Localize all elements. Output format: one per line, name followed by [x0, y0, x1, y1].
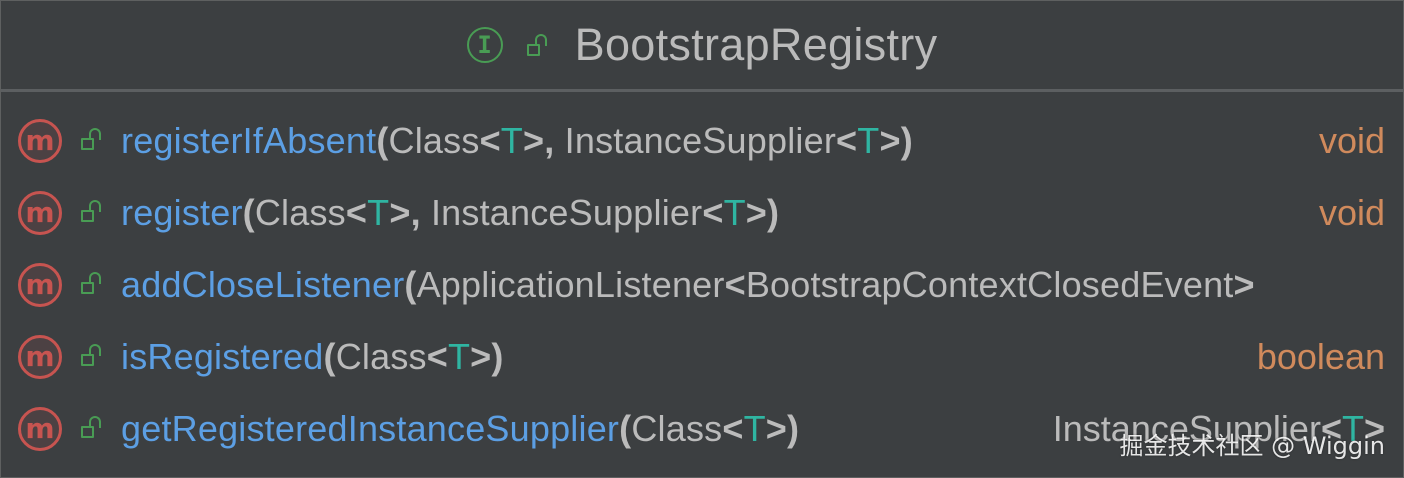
type-param: T: [367, 192, 390, 233]
class-header[interactable]: I BootstrapRegistry: [1, 1, 1403, 89]
interface-icon: I: [466, 27, 503, 63]
method-row-isRegistered[interactable]: m isRegistered(Class<T>) boolean: [1, 321, 1403, 393]
return-type: void: [1318, 192, 1385, 233]
method-name: isRegistered: [121, 336, 324, 377]
param-separator: ,: [544, 120, 555, 161]
method-signature: isRegistered(Class<T>): [121, 336, 504, 378]
generic-open: <: [836, 120, 858, 161]
method-name: register: [121, 192, 243, 233]
method-name: getRegisteredInstanceSupplier: [121, 408, 620, 449]
param-type: Class: [631, 408, 723, 449]
method-row-addCloseListener[interactable]: m addCloseListener(ApplicationListener<B…: [1, 249, 1403, 321]
generic-open: <: [724, 264, 746, 305]
generic-close: >: [470, 336, 492, 377]
return-type: boolean: [1256, 336, 1385, 377]
paren-open: (: [404, 264, 417, 305]
type-param: T: [723, 192, 746, 233]
class-header-inner: I BootstrapRegistry: [466, 19, 938, 71]
param-type: InstanceSupplier: [420, 192, 703, 233]
generic-open: <: [722, 408, 744, 449]
param-type: Class: [388, 120, 480, 161]
method-icon: m: [18, 335, 62, 379]
method-signature: registerIfAbsent(Class<T>, InstanceSuppl…: [121, 120, 913, 162]
method-icon: m: [18, 119, 62, 163]
generic-close: >: [879, 120, 901, 161]
generic-close: >: [1233, 264, 1255, 305]
param-type: ApplicationListener: [416, 264, 725, 305]
unlocked-public-icon: [525, 32, 549, 58]
unlocked-public-icon: [79, 126, 103, 152]
generic-close: >: [745, 192, 768, 233]
method-icon: m: [18, 407, 62, 451]
method-signature: addCloseListener(ApplicationListener<Boo…: [121, 264, 1255, 306]
method-name: addCloseListener: [121, 264, 405, 305]
return-type: void: [1318, 120, 1385, 161]
paren-close: ): [787, 408, 800, 449]
type-param: T: [500, 120, 523, 161]
lock-shackle: [89, 272, 101, 284]
method-icon: m: [18, 191, 62, 235]
generic-open: <: [426, 336, 448, 377]
method-name: registerIfAbsent: [121, 120, 377, 161]
paren-open: (: [242, 192, 255, 233]
method-icon: m: [18, 263, 62, 307]
method-signature: getRegisteredInstanceSupplier(Class<T>): [121, 408, 799, 450]
generic-close: >: [389, 192, 411, 233]
unlocked-public-icon: [79, 270, 103, 296]
unlocked-public-icon: [79, 342, 103, 368]
param-type: Class: [335, 336, 427, 377]
paren-open: (: [376, 120, 389, 161]
lock-shackle: [534, 34, 547, 46]
type-param: T: [857, 120, 880, 161]
lock-shackle: [89, 128, 101, 140]
header-divider: [1, 89, 1403, 92]
generic-close: >: [765, 408, 788, 449]
generic-open: <: [479, 120, 501, 161]
paren-open: (: [323, 336, 336, 377]
type-param: T: [743, 408, 766, 449]
paren-close: ): [491, 336, 504, 377]
method-signature: register(Class<T>, InstanceSupplier<T>): [121, 192, 779, 234]
paren-open: (: [619, 408, 632, 449]
lock-shackle: [89, 416, 101, 428]
param-type: InstanceSupplier: [554, 120, 837, 161]
method-row-register[interactable]: m register(Class<T>, InstanceSupplier<T>…: [1, 177, 1403, 249]
unlocked-public-icon: [79, 198, 103, 224]
generic-open: <: [702, 192, 724, 233]
type-argument: BootstrapContextClosedEvent: [745, 264, 1234, 305]
lock-shackle: [89, 200, 101, 212]
method-row-registerIfAbsent[interactable]: m registerIfAbsent(Class<T>, InstanceSup…: [1, 105, 1403, 177]
class-diagram-node: I BootstrapRegistry m registerIfAbsent(C…: [0, 0, 1404, 478]
generic-open: <: [345, 192, 368, 233]
paren-close: ): [900, 120, 913, 161]
watermark: 掘金技术社区 @ Wiggin: [1119, 432, 1385, 460]
param-separator: ,: [410, 192, 421, 233]
unlocked-public-icon: [79, 414, 103, 440]
lock-shackle: [89, 344, 101, 356]
generic-close: >: [523, 120, 545, 161]
type-param: T: [447, 336, 471, 377]
paren-close: ): [767, 192, 780, 233]
param-type: Class: [254, 192, 346, 233]
class-title: BootstrapRegistry: [574, 19, 938, 70]
